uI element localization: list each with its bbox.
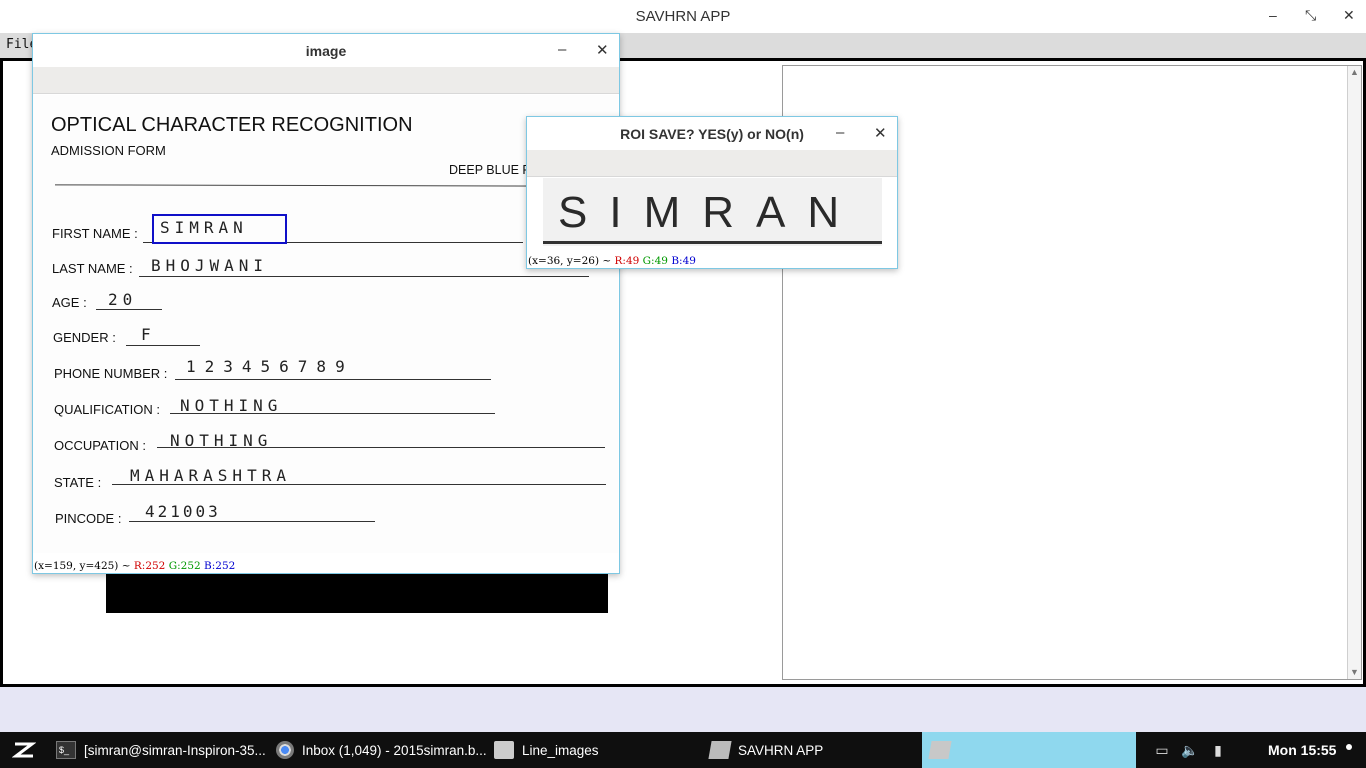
volume-icon[interactable]: 🔈 xyxy=(1181,741,1199,759)
field-label-pincode: PINCODE : xyxy=(55,511,122,526)
folder-icon xyxy=(494,741,514,759)
roi-window-toolbar xyxy=(527,150,897,177)
taskbar-label: [simran@simran-Inspiron-35... xyxy=(84,742,266,758)
app-icon xyxy=(708,741,732,759)
image-window: image – ✕ OPTICAL CHARACTER RECOGNITION … xyxy=(32,33,620,574)
field-label-qualification: QUALIFICATION : xyxy=(54,402,160,417)
field-label-phone: PHONE NUMBER : xyxy=(54,366,168,381)
field-value-last-name: BHOJWANI xyxy=(151,256,269,275)
field-line xyxy=(139,276,589,277)
notification-dot-icon xyxy=(1346,744,1352,750)
image-status-bar: (x=159, y=425) ~ R:252 G:252 B:252 xyxy=(34,560,235,572)
form-title: OPTICAL CHARACTER RECOGNITION xyxy=(51,114,413,136)
field-value-state: MAHARASHTRA xyxy=(130,466,291,485)
field-label-age: AGE : xyxy=(52,295,87,310)
field-value-pincode: 421003 xyxy=(145,502,221,521)
roi-selection-box[interactable] xyxy=(152,214,287,244)
app-icon xyxy=(928,741,952,759)
terminal-icon: $_ xyxy=(56,741,76,759)
taskbar-label: SAVHRN APP xyxy=(738,742,824,758)
field-label-gender: GENDER : xyxy=(53,330,116,345)
scroll-up-icon[interactable]: ▲ xyxy=(1348,66,1361,79)
chrome-icon xyxy=(276,741,294,759)
restore-icon[interactable]: ⤡ xyxy=(1305,7,1316,24)
taskbar-item-terminal[interactable]: $_ [simran@simran-Inspiron-35... xyxy=(56,732,266,768)
field-value-qualification: NOTHING xyxy=(180,396,283,415)
image-window-title: image xyxy=(305,43,347,59)
form-deep-blue: DEEP BLUE F xyxy=(449,163,531,177)
status-blue: B:252 xyxy=(204,560,236,572)
field-value-age: 20 xyxy=(108,290,138,309)
field-label-last-name: LAST NAME : xyxy=(52,261,133,276)
taskbar-active-item[interactable] xyxy=(922,732,1136,768)
image-window-toolbar xyxy=(33,67,619,94)
taskbar-label: Line_images xyxy=(522,742,599,758)
roi-status-bar: (x=36, y=26) ~ R:49 G:49 B:49 xyxy=(528,255,696,267)
form-subtitle: ADMISSION FORM xyxy=(51,143,166,158)
taskbar-item-folder[interactable]: Line_images xyxy=(494,732,599,768)
roi-image[interactable]: SIMRAN xyxy=(543,178,882,246)
app-title: SAVHRN APP xyxy=(635,8,731,25)
status-coords: (x=159, y=425) ~ xyxy=(34,560,134,572)
field-line xyxy=(96,309,162,310)
field-line xyxy=(129,521,375,522)
field-value-occupation: NOTHING xyxy=(170,431,273,450)
roi-text: SIMRAN xyxy=(558,188,862,237)
roi-window: ROI SAVE? YES(y) or NO(n) – ✕ SIMRAN (x=… xyxy=(526,116,898,269)
taskbar: $_ [simran@simran-Inspiron-35... Inbox (… xyxy=(0,732,1366,768)
field-label-state: STATE : xyxy=(54,475,102,490)
taskbar-label: Inbox (1,049) - 2015simran.b... xyxy=(302,742,487,758)
field-value-phone: 123456789 xyxy=(186,357,354,376)
close-icon[interactable]: ✕ xyxy=(874,124,887,142)
minimize-icon[interactable]: – xyxy=(558,41,566,58)
roi-window-titlebar: ROI SAVE? YES(y) or NO(n) – ✕ xyxy=(527,117,897,150)
status-red: R:49 xyxy=(614,255,640,267)
field-line xyxy=(175,379,491,380)
scroll-down-icon[interactable]: ▼ xyxy=(1348,666,1361,679)
taskbar-item-savhrn[interactable]: SAVHRN APP xyxy=(708,732,824,768)
battery-icon[interactable]: ▮ xyxy=(1209,741,1227,759)
status-red: R:252 xyxy=(133,560,166,572)
close-icon[interactable]: ✕ xyxy=(1343,7,1355,24)
minimize-icon[interactable]: – xyxy=(1269,7,1277,23)
app-titlebar: SAVHRN APP – ⤡ ✕ xyxy=(0,0,1366,33)
launcher-icon xyxy=(12,742,36,758)
field-label-occupation: OCCUPATION : xyxy=(54,438,146,453)
status-green: G:49 xyxy=(642,255,668,267)
field-label-first-name: FIRST NAME : xyxy=(52,226,138,241)
app-launcher[interactable] xyxy=(12,732,36,768)
vertical-scrollbar[interactable]: ▲ ▼ xyxy=(1347,66,1361,679)
roi-underline xyxy=(543,241,882,244)
status-coords: (x=36, y=26) ~ xyxy=(528,255,615,267)
form-divider xyxy=(54,184,576,187)
status-green: G:252 xyxy=(168,560,201,572)
clock[interactable]: Mon 15:55 xyxy=(1268,742,1336,758)
taskbar-item-chrome[interactable]: Inbox (1,049) - 2015simran.b... xyxy=(276,732,487,768)
field-value-gender: F xyxy=(141,325,156,344)
status-blue: B:49 xyxy=(671,255,696,267)
close-icon[interactable]: ✕ xyxy=(596,41,609,59)
image-window-titlebar: image – ✕ xyxy=(33,34,619,67)
field-line xyxy=(126,345,200,346)
display-icon[interactable]: ▭ xyxy=(1153,741,1171,759)
minimize-icon[interactable]: – xyxy=(836,124,844,141)
